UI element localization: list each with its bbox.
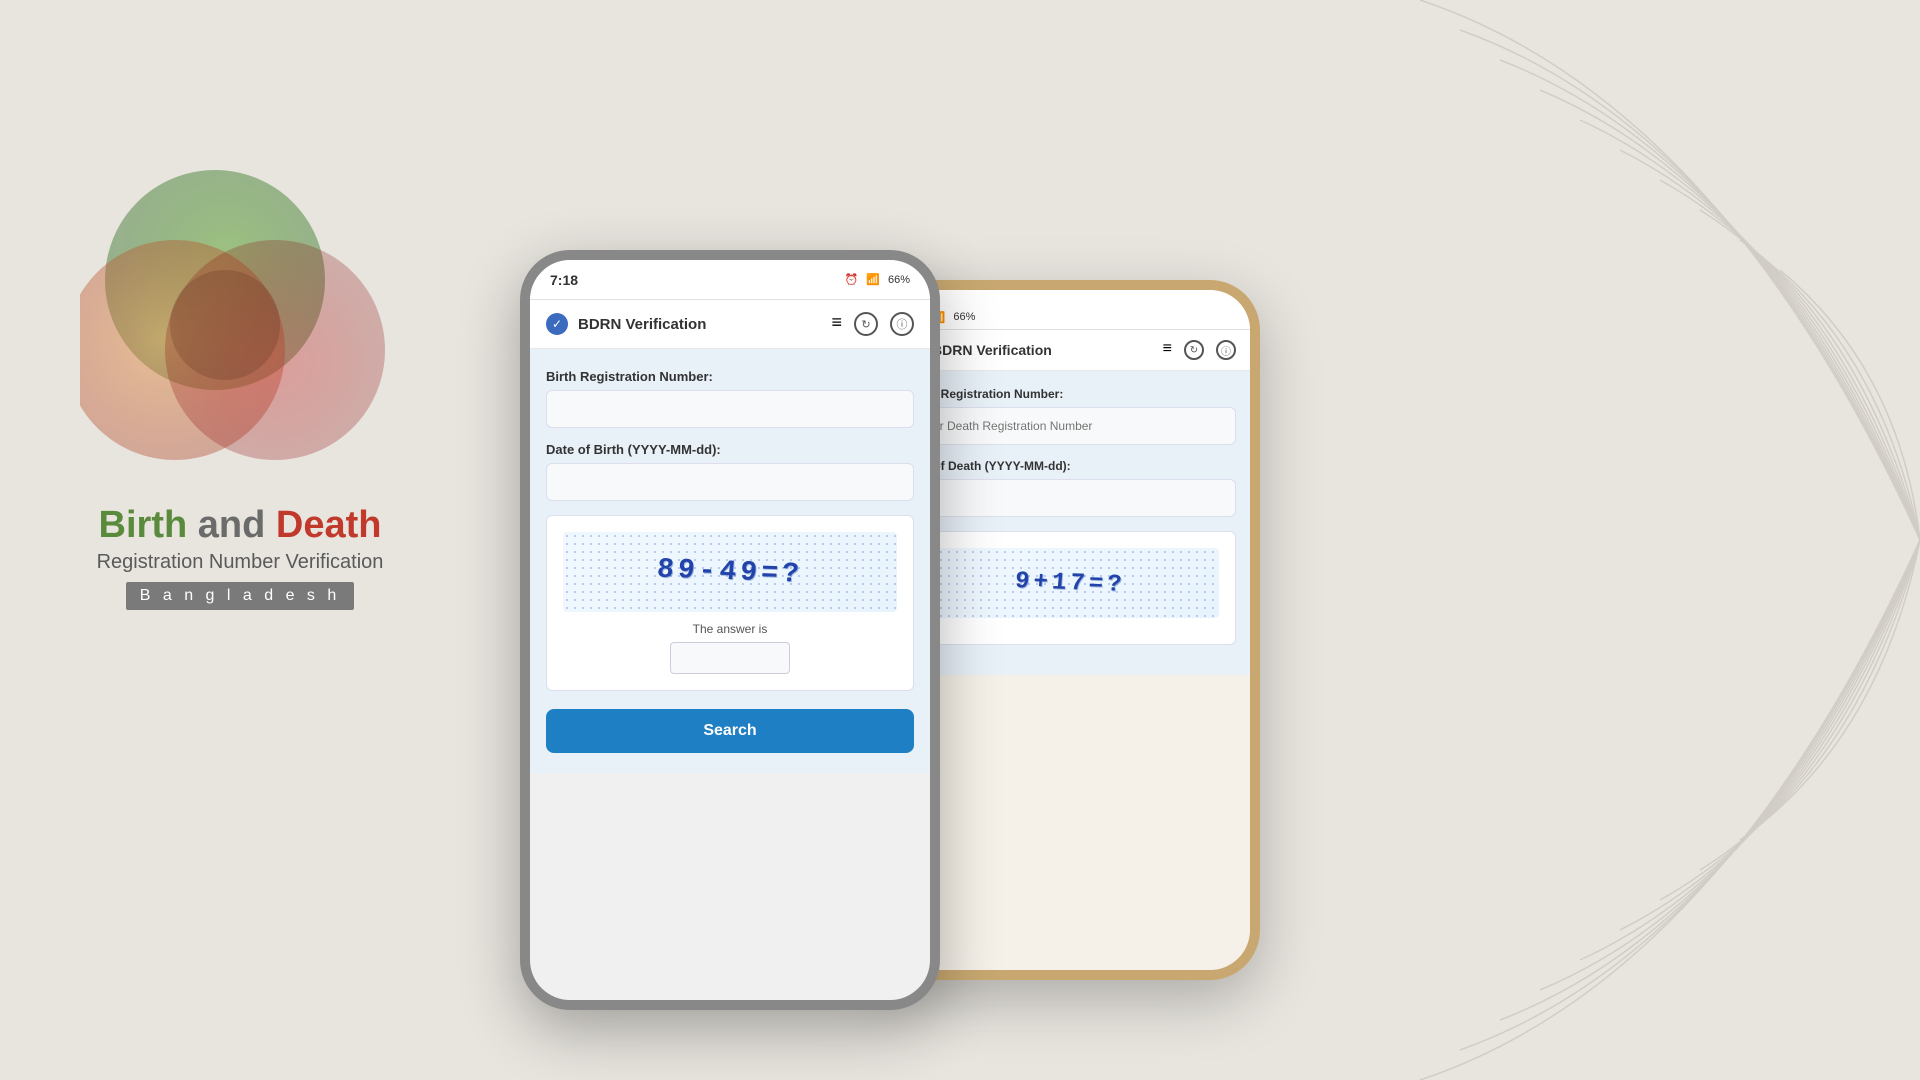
phone-front-time: 7:18: [550, 272, 578, 288]
battery-text-back: 66%: [953, 311, 975, 323]
logo-birth: Birth: [99, 504, 188, 546]
menu-icon[interactable]: ≡: [831, 312, 842, 336]
phone-back-header: ✓ BDRN Verification ≡ ↻ ⓘ: [890, 330, 1250, 371]
logo-subtitle: Registration Number Verification: [80, 551, 400, 574]
phone-back-body: Death Registration Number: Date of Death…: [890, 371, 1250, 675]
phone-birth: 7:18 ⏰ 📶 66% ✓ BDRN Verification ≡ ↻ ⓘ: [520, 250, 940, 1010]
logo-death: Death: [276, 504, 382, 546]
phone-back-header-icons: ≡ ↻ ⓘ: [1163, 340, 1236, 360]
phone-front-status-icons: ⏰ 📶 66%: [845, 273, 910, 286]
captcha-box-back: 9+17=?: [904, 531, 1236, 645]
captcha-text: 89-49=?: [656, 554, 804, 590]
refresh-icon[interactable]: ↻: [854, 312, 878, 336]
dob-input[interactable]: [546, 463, 914, 501]
captcha-answer-label: The answer is: [563, 622, 897, 636]
dod-input[interactable]: [904, 479, 1236, 517]
info-icon[interactable]: ⓘ: [890, 312, 914, 336]
search-button[interactable]: Search: [546, 709, 914, 753]
dob-label: Date of Birth (YYYY-MM-dd):: [546, 442, 914, 457]
phone-back-header-title: BDRN Verification: [932, 342, 1052, 358]
logo-area: Birth and Death Registration Number Veri…: [80, 160, 400, 610]
battery-text: 66%: [888, 274, 910, 286]
captcha-text-back: 9+17=?: [1014, 568, 1127, 599]
background-arcs: [1220, 0, 1920, 1080]
refresh-icon-back[interactable]: ↻: [1184, 340, 1204, 360]
death-reg-input[interactable]: [904, 407, 1236, 445]
phone-front-header-icons: ≡ ↻ ⓘ: [831, 312, 914, 336]
alarm-icon: ⏰: [845, 273, 859, 286]
logo-country: B a n g l a d e s h: [126, 582, 355, 610]
birth-reg-input[interactable]: [546, 390, 914, 428]
logo-text: Birth and Death Registration Number Veri…: [80, 505, 400, 610]
captcha-box: 89-49=? The answer is: [546, 515, 914, 691]
birth-form: Birth Registration Number: Date of Birth…: [546, 369, 914, 753]
captcha-image: 89-49=?: [563, 532, 897, 612]
phone-front-header: ✓ BDRN Verification ≡ ↻ ⓘ: [530, 300, 930, 349]
phone-front-status-bar: 7:18 ⏰ 📶 66%: [530, 260, 930, 300]
phones-container: 7:18 ⏰ 📶 66% ✓ BDRN Verification ≡ ↻ ⓘ: [520, 250, 940, 1010]
phone-back-status-bar: 7:18 ⏰ 📶 66%: [890, 290, 1250, 330]
birth-reg-label: Birth Registration Number:: [546, 369, 914, 384]
menu-icon-back[interactable]: ≡: [1163, 340, 1172, 360]
logo-and: and: [198, 504, 276, 546]
dod-label: Date of Death (YYYY-MM-dd):: [904, 459, 1236, 473]
info-icon-back[interactable]: ⓘ: [1216, 340, 1236, 360]
verified-icon: ✓: [546, 313, 568, 335]
phone-front-header-title: BDRN Verification: [578, 316, 706, 333]
death-reg-label: Death Registration Number:: [904, 387, 1236, 401]
death-form: Death Registration Number: Date of Death…: [904, 387, 1236, 645]
venn-diagram: [80, 160, 400, 480]
wifi-icon: 📶: [866, 273, 880, 286]
phone-front-body: Birth Registration Number: Date of Birth…: [530, 349, 930, 773]
captcha-image-back: 9+17=?: [921, 548, 1219, 618]
captcha-answer-input[interactable]: [670, 642, 790, 674]
